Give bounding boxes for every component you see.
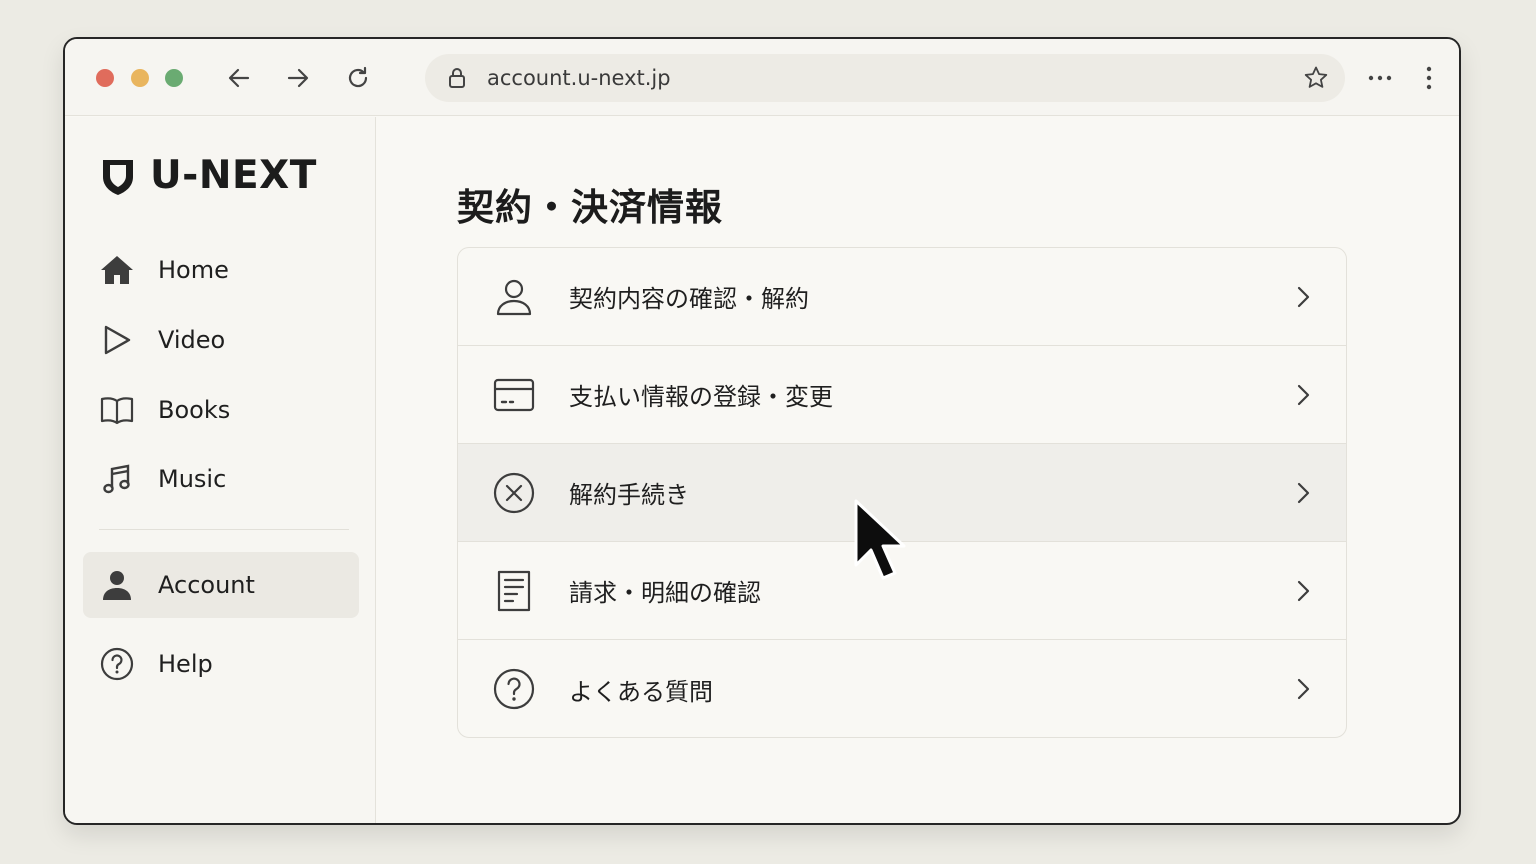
chevron-right-icon [1297, 482, 1310, 504]
browser-window: account.u-next.jp U-NEXT Home Video Book… [63, 37, 1461, 825]
more-horizontal-icon [1368, 75, 1392, 81]
book-icon [100, 397, 134, 425]
music-note-icon [103, 464, 130, 494]
arrow-right-icon [287, 68, 309, 88]
sidebar-divider [99, 529, 349, 530]
receipt-icon [497, 570, 531, 611]
sidebar-item-home[interactable]: Home [83, 237, 359, 303]
question-circle-icon [493, 668, 535, 710]
settings-list: 契約内容の確認・解約 支払い情報の登録・変更 解約手続き 請求・明細の確認 よく… [457, 247, 1347, 738]
list-item-faq[interactable]: よくある質問 [458, 640, 1346, 737]
user-outline-icon [496, 279, 532, 315]
chevron-right-icon [1297, 384, 1310, 406]
sidebar: U-NEXT Home Video Books Music Account He… [65, 117, 376, 823]
credit-card-icon [493, 378, 535, 411]
close-window-button[interactable] [96, 69, 114, 87]
list-item-contract-details[interactable]: 契約内容の確認・解約 [458, 248, 1346, 346]
chevron-right-icon [1297, 678, 1310, 700]
sidebar-item-help[interactable]: Help [83, 631, 359, 697]
sidebar-item-video[interactable]: Video [83, 307, 359, 373]
back-button[interactable] [224, 63, 254, 93]
forward-button[interactable] [283, 63, 313, 93]
main-content: 契約・決済情報 契約内容の確認・解約 支払い情報の登録・変更 解約手続き 請求・… [377, 117, 1459, 823]
brand-logo[interactable]: U-NEXT [100, 153, 317, 198]
page-title: 契約・決済情報 [457, 186, 723, 229]
list-item-payment-info[interactable]: 支払い情報の登録・変更 [458, 346, 1346, 444]
sidebar-item-label: Books [158, 396, 231, 424]
lock-icon [449, 68, 465, 88]
user-icon [103, 571, 131, 600]
sidebar-item-music[interactable]: Music [83, 446, 359, 512]
shield-logo-icon [103, 159, 133, 195]
url-text: account.u-next.jp [487, 66, 671, 90]
mouse-cursor-icon [854, 499, 906, 580]
bookmark-star-icon[interactable] [1303, 65, 1329, 91]
extensions-button[interactable] [1365, 65, 1395, 91]
sidebar-item-account[interactable]: Account [83, 552, 359, 618]
chevron-right-icon [1297, 580, 1310, 602]
list-item-label: 支払い情報の登録・変更 [569, 383, 833, 411]
sidebar-item-label: Home [158, 256, 229, 284]
sidebar-item-label: Help [158, 650, 213, 678]
sidebar-item-books[interactable]: Books [83, 377, 359, 443]
chevron-right-icon [1297, 286, 1310, 308]
list-item-label: 請求・明細の確認 [569, 579, 761, 607]
list-item-label: よくある質問 [569, 677, 713, 706]
sidebar-item-label: Account [158, 571, 255, 599]
more-vertical-icon [1426, 66, 1432, 90]
list-item-label: 契約内容の確認・解約 [569, 285, 809, 313]
sidebar-item-label: Music [158, 465, 227, 493]
minimize-window-button[interactable] [131, 69, 149, 87]
arrow-left-icon [228, 68, 250, 88]
play-icon [104, 325, 131, 355]
help-circle-icon [100, 647, 134, 681]
sidebar-item-label: Video [158, 326, 226, 354]
browser-toolbar: account.u-next.jp [65, 39, 1459, 116]
list-item-label: 解約手続き [569, 481, 689, 509]
reload-icon [348, 66, 368, 88]
browser-menu-button[interactable] [1414, 63, 1444, 93]
home-icon [101, 256, 133, 284]
brand-name: U-NEXT [150, 153, 317, 198]
cancel-circle-icon [493, 472, 535, 513]
reload-button[interactable] [343, 63, 373, 93]
maximize-window-button[interactable] [165, 69, 183, 87]
address-bar[interactable]: account.u-next.jp [425, 54, 1345, 102]
